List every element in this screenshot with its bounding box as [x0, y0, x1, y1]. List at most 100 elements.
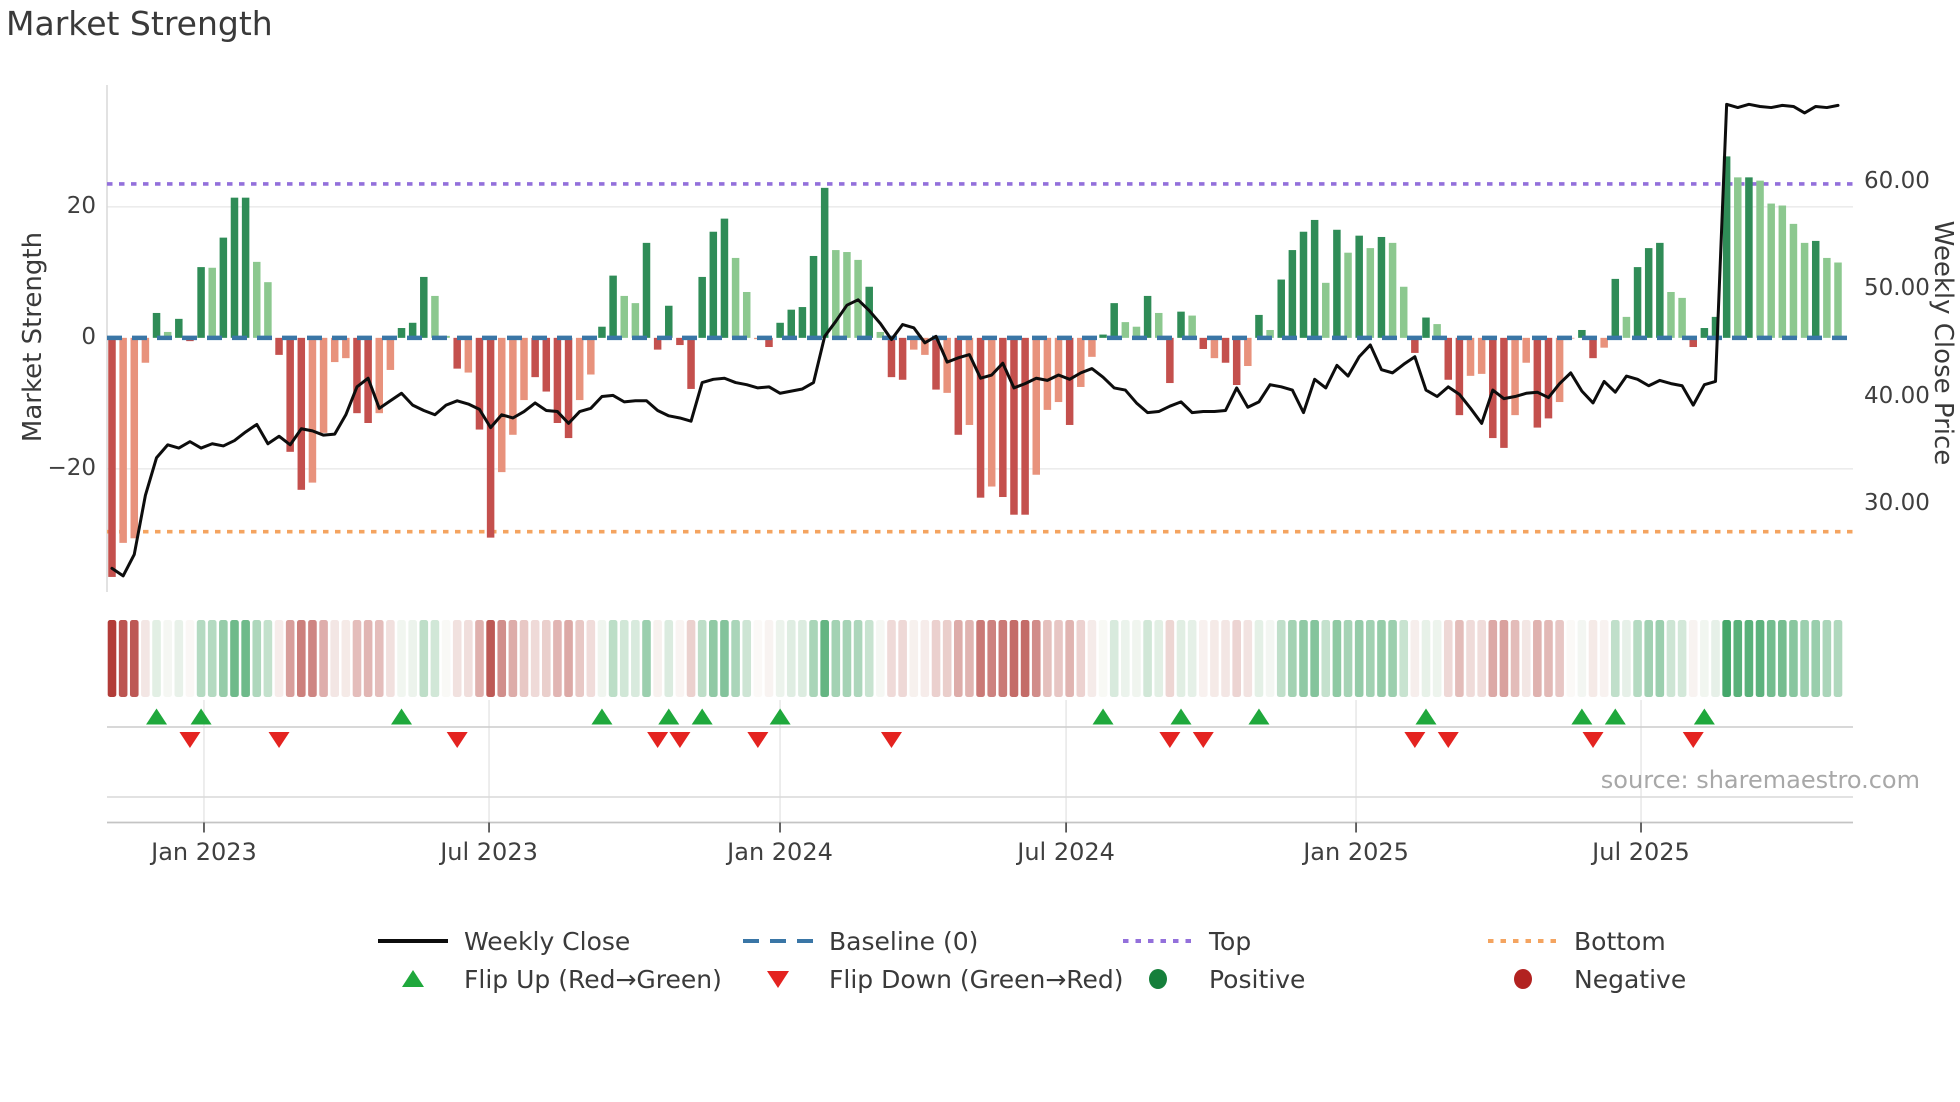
legend-label: Bottom [1574, 926, 1666, 956]
bar [386, 337, 395, 370]
bar [1110, 303, 1118, 338]
bar [297, 337, 306, 490]
bar [1477, 337, 1486, 374]
bar [1199, 337, 1208, 349]
flip-up-marker [1092, 708, 1114, 725]
bar [1377, 236, 1386, 338]
bar [665, 305, 673, 338]
bar [620, 295, 628, 338]
heatmap-cell [541, 620, 551, 697]
heatmap-cell [1688, 620, 1698, 697]
heatmap-cell [430, 620, 440, 697]
bar [108, 337, 116, 577]
heatmap-cell [1043, 620, 1052, 697]
heatmap-cell [1577, 620, 1587, 697]
bar [330, 337, 339, 363]
bar [898, 337, 907, 380]
heatmap-cell [553, 620, 562, 697]
heatmap-cell [464, 620, 473, 697]
chart-canvas [106, 85, 1853, 833]
legend-item-weekly-close: Weekly Close [378, 926, 630, 956]
bar [319, 337, 328, 433]
heatmap-cell [263, 620, 273, 697]
heatmap-cell [709, 620, 718, 697]
heatmap-cell [931, 620, 941, 697]
heatmap-cell [1332, 620, 1342, 697]
bar [1154, 312, 1163, 338]
flip-up-marker [691, 708, 713, 725]
heatmap-cell [653, 620, 662, 697]
heatmap-cell [809, 620, 818, 697]
bar [497, 337, 506, 473]
bar [275, 337, 283, 355]
bar [776, 322, 784, 338]
heatmap-cell [1143, 620, 1152, 697]
weekly-close-line-swatch [378, 928, 448, 954]
heatmap-cell [196, 620, 206, 697]
heatmap-cell [1299, 620, 1308, 697]
bar [742, 291, 751, 338]
bar [698, 276, 706, 338]
heatmap-cell [1031, 620, 1041, 697]
heatmap-cell [441, 620, 451, 697]
bar [1221, 337, 1230, 363]
bar [1032, 337, 1040, 475]
heatmap-cell [519, 620, 529, 697]
heatmap-strip [107, 620, 1843, 697]
price-tick-label: 30.00 [1864, 489, 1930, 516]
heatmap-cell [319, 620, 328, 697]
heatmap-cell [241, 620, 250, 697]
heatmap-cell [1109, 620, 1119, 697]
flip-up-marker [1170, 708, 1192, 725]
bar [208, 267, 216, 338]
bar [531, 337, 539, 378]
legend-label: Top [1209, 926, 1252, 956]
heatmap-cell [141, 620, 150, 697]
bar [1143, 295, 1152, 338]
heatmap-cell [887, 620, 896, 697]
heatmap-cell [1644, 620, 1653, 697]
bar [1600, 337, 1608, 348]
heatmap-cell [1165, 620, 1175, 697]
bar [1667, 291, 1675, 338]
price-tick-label: 50.00 [1864, 275, 1930, 302]
heatmap-cell [185, 620, 195, 697]
heatmap-cell [786, 620, 796, 697]
heatmap-cell [1488, 620, 1498, 697]
bar [976, 337, 985, 498]
heatmap-cell [1633, 620, 1642, 697]
bar [408, 322, 417, 338]
heatmap-cell [697, 620, 707, 697]
negative-circle-icon [1488, 966, 1558, 992]
legend-item-positive: Positive [1123, 964, 1305, 994]
bar [687, 337, 695, 389]
bar [1811, 240, 1820, 338]
heatmap-cell [1521, 620, 1531, 697]
heatmap-cell [1811, 620, 1821, 697]
flip-down-marker [1192, 732, 1214, 748]
heatmap-cell [953, 620, 963, 697]
heatmap-cell [297, 620, 306, 697]
bar [1399, 286, 1408, 338]
heatmap-cell [508, 620, 518, 697]
bar [486, 337, 495, 538]
heatmap-cell [374, 620, 384, 697]
heatmap-cell [909, 620, 919, 697]
bar [1823, 257, 1831, 338]
bar [520, 337, 528, 401]
heatmap-cell [842, 620, 852, 697]
bar [1589, 337, 1597, 359]
heatmap-cell [864, 620, 874, 697]
price-tick-label: 60.00 [1864, 167, 1930, 194]
y-tick-label: 0 [81, 323, 96, 350]
bar [1756, 180, 1764, 338]
heatmap-cell [1254, 620, 1264, 697]
flip-up-marker [1415, 708, 1437, 725]
heatmap-cell [1789, 620, 1798, 697]
bar [1010, 337, 1018, 515]
bar [1232, 337, 1241, 386]
heatmap-cell [1599, 620, 1609, 697]
bar [798, 307, 807, 338]
bar [1622, 316, 1631, 338]
heatmap-cell [1243, 620, 1253, 697]
